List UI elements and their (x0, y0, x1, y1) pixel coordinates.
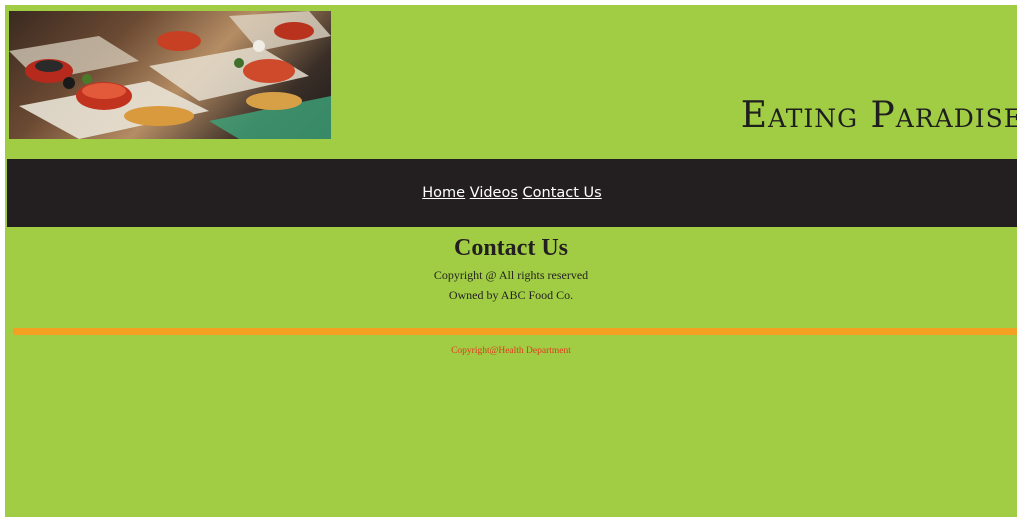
nav-link-home[interactable]: Home (422, 185, 465, 201)
site-title: Eating Paradise (740, 95, 1017, 136)
owner-text: Owned by ABC Food Co. (448, 288, 574, 302)
nav-link-videos[interactable]: Videos (470, 185, 518, 201)
page-heading: Contact Us (454, 235, 568, 261)
nav-link-contact-us[interactable]: Contact Us (523, 185, 602, 201)
divider (13, 328, 1017, 335)
nav-links: Home Videos Contact Us (7, 185, 1017, 201)
page-container: Eating Paradise Home Videos Contact Us C… (5, 5, 1017, 517)
banner-image (9, 11, 331, 139)
copyright-text: Copyright @ All rights reserved (433, 268, 589, 282)
footer-copyright: Copyright@Health Department (451, 346, 571, 356)
main-navbar: Home Videos Contact Us (7, 159, 1017, 227)
